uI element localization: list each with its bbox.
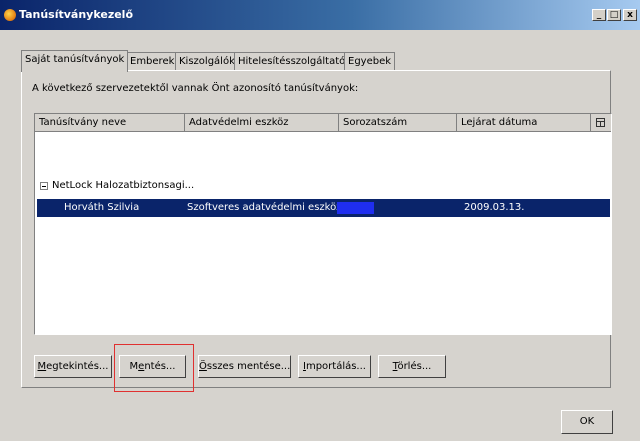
tab-servers[interactable]: Kiszolgálók xyxy=(175,52,239,71)
window-title: Tanúsítványkezelő xyxy=(19,8,134,21)
ok-button[interactable]: OK xyxy=(561,410,613,434)
minimize-button[interactable]: _ xyxy=(592,9,606,21)
maximize-button[interactable]: □ xyxy=(607,9,621,21)
column-picker-button[interactable] xyxy=(591,114,611,132)
save-button[interactable]: Mentés... xyxy=(119,355,186,378)
column-header-expiry[interactable]: Lejárat dátuma xyxy=(457,114,591,132)
tab-label: Hitelesítésszolgáltatók xyxy=(238,56,352,67)
save-all-button[interactable]: Összes mentése... xyxy=(198,355,291,378)
tab-people[interactable]: Emberek xyxy=(126,52,179,71)
tab-own-certificates[interactable]: Saját tanúsítványok xyxy=(21,50,129,72)
firefox-logo-icon xyxy=(4,9,16,21)
cell-serial xyxy=(337,202,374,214)
table-row-selected[interactable]: Horváth Szilvia Szoftveres adatvédelmi e… xyxy=(37,199,610,217)
certificate-list[interactable]: Tanúsítvány neve Adatvédelmi eszköz Soro… xyxy=(34,113,612,335)
view-button[interactable]: Megtekintés... xyxy=(34,355,112,378)
title-bar[interactable]: Tanúsítványkezelő _ □ x xyxy=(0,0,640,30)
tab-others[interactable]: Egyebek xyxy=(344,52,396,71)
save-label-start: M xyxy=(129,361,139,372)
save-all-label-rest: sszes mentése... xyxy=(206,361,291,372)
import-label-rest: mportálás... xyxy=(305,361,366,372)
delete-label-rest: örlés... xyxy=(397,361,432,372)
certificate-manager-window: Tanúsítványkezelő _ □ x Saját tanúsítván… xyxy=(0,0,640,441)
tab-label: Kiszolgálók xyxy=(179,56,235,67)
group-label: NetLock Halozatbiztonsagi... xyxy=(52,180,195,191)
save-label-rest: ntés... xyxy=(144,361,176,372)
delete-button[interactable]: Törlés... xyxy=(378,355,446,378)
view-label-rest: egtekintés... xyxy=(46,361,109,372)
collapse-toggle-icon[interactable] xyxy=(40,182,48,190)
tab-label: Emberek xyxy=(130,56,175,67)
tab-label: Egyebek xyxy=(348,56,392,67)
column-header-device[interactable]: Adatvédelmi eszköz xyxy=(185,114,339,132)
cell-name: Horváth Szilvia xyxy=(64,202,140,213)
info-text: A következő szervezetektől vannak Önt az… xyxy=(32,83,359,94)
save-all-mnemonic: Ö xyxy=(199,361,207,372)
cell-expiry: 2009.03.13. xyxy=(464,202,525,213)
tab-label: Saját tanúsítványok xyxy=(25,54,125,65)
view-mnemonic: M xyxy=(37,361,47,372)
cell-device: Szoftveres adatvédelmi eszköz xyxy=(187,202,342,213)
import-button[interactable]: Importálás... xyxy=(298,355,371,378)
tab-authorities[interactable]: Hitelesítésszolgáltatók xyxy=(234,52,356,71)
close-button[interactable]: x xyxy=(623,9,637,21)
column-header-name[interactable]: Tanúsítvány neve xyxy=(35,114,185,132)
column-picker-icon xyxy=(596,118,605,127)
column-header-serial[interactable]: Sorozatszám xyxy=(339,114,457,132)
